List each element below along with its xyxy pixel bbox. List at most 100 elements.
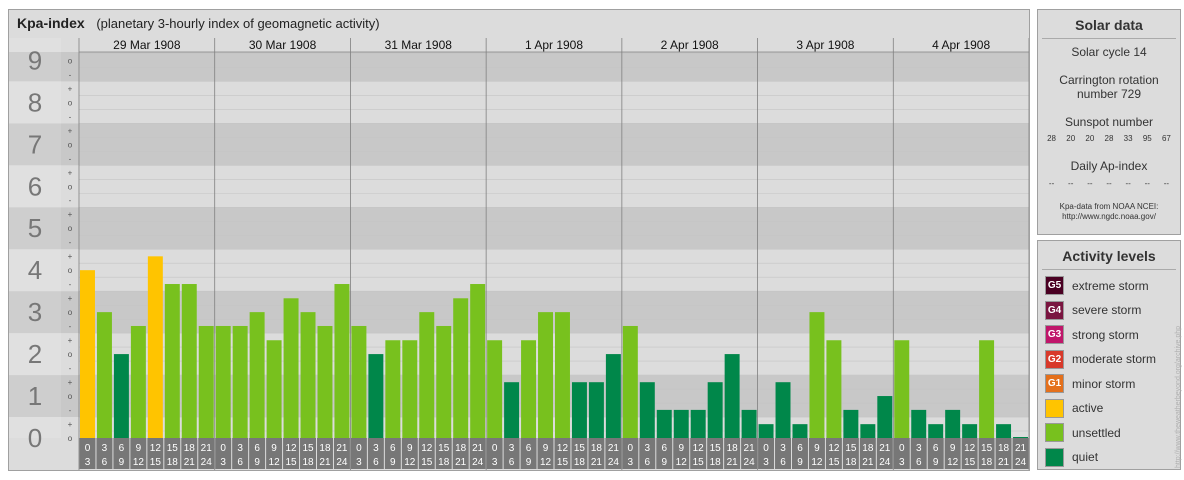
interval-start-label: 15	[845, 443, 857, 454]
interval-end-label: 6	[102, 457, 108, 468]
sub-tick-label: o	[68, 182, 73, 191]
y-tick-label: 9	[28, 45, 42, 75]
interval-end-label: 12	[269, 457, 281, 468]
interval-end-label: 21	[862, 457, 874, 468]
sunspot-value: 28	[1047, 134, 1057, 143]
interval-start-label: 21	[879, 443, 891, 454]
legend-swatch: G3	[1045, 325, 1064, 344]
kpa-bar	[775, 382, 791, 438]
interval-start-label: 3	[373, 443, 379, 454]
kpa-bar	[317, 325, 333, 438]
y-tick-label: 5	[28, 213, 42, 243]
interval-end-label: 12	[811, 457, 823, 468]
interval-start-label: 0	[492, 443, 498, 454]
interval-start-label: 3	[509, 443, 515, 454]
interval-start-label: 0	[85, 443, 91, 454]
interval-start-label: 21	[744, 443, 756, 454]
day-label: 4 Apr 1908	[932, 38, 990, 52]
interval-end-label: 6	[509, 457, 515, 468]
interval-end-label: 9	[661, 457, 667, 468]
legend-swatch	[1045, 398, 1064, 418]
kpa-bar	[538, 312, 553, 438]
kpa-bar	[690, 409, 706, 438]
interval-end-label: 12	[947, 457, 959, 468]
interval-end-label: 6	[645, 457, 651, 468]
kpa-bar	[758, 424, 774, 438]
legend-swatch	[1045, 447, 1064, 467]
interval-end-label: 18	[167, 457, 179, 468]
interval-start-label: 9	[950, 443, 956, 454]
level-band	[9, 52, 1029, 82]
day-label: 3 Apr 1908	[796, 38, 854, 52]
sub-tick-label: o	[68, 434, 73, 443]
interval-end-label: 9	[254, 457, 260, 468]
kpa-bar	[860, 424, 876, 438]
interval-start-label: 9	[407, 443, 413, 454]
kpa-bar	[96, 312, 112, 438]
kpa-bar	[436, 325, 452, 438]
interval-start-label: 21	[608, 443, 620, 454]
sub-tick-label: o	[68, 308, 73, 317]
level-band	[9, 165, 1029, 208]
credit-line-1: Kpa-data from NOAA NCEI:	[1059, 202, 1159, 211]
interval-end-label: 3	[492, 457, 498, 468]
legend-label: unsettled	[1072, 425, 1121, 440]
legend-swatch: G2	[1045, 349, 1064, 369]
sub-tick-label: o	[68, 266, 73, 275]
sub-tick-label: -	[69, 112, 72, 121]
kpa-bar	[215, 325, 231, 438]
interval-start-label: 0	[220, 443, 226, 454]
legend-label: extreme storm	[1072, 278, 1149, 293]
sunspot-value: 33	[1123, 134, 1133, 143]
interval-start-label: 15	[574, 443, 586, 454]
kpa-bar	[504, 382, 520, 438]
ap-value: --	[1087, 179, 1093, 188]
legend-swatch: G4	[1045, 300, 1064, 320]
interval-end-label: 9	[119, 457, 125, 468]
kpa-bar	[521, 340, 537, 438]
interval-start-label: 12	[557, 443, 569, 454]
interval-end-label: 21	[591, 457, 603, 468]
interval-start-label: 9	[271, 443, 277, 454]
sunspot-value: 20	[1066, 134, 1076, 143]
interval-start-label: 18	[727, 443, 739, 454]
solar-title: Solar data	[1075, 17, 1143, 33]
kpa-bar	[419, 312, 435, 438]
interval-end-label: 15	[693, 457, 705, 468]
y-tick-label: 6	[28, 171, 42, 201]
sub-tick-label: -	[69, 154, 72, 163]
kpa-bar	[80, 270, 95, 438]
interval-end-label: 24	[201, 457, 213, 468]
interval-end-label: 15	[150, 457, 162, 468]
kpa-bar	[639, 382, 655, 438]
day-label: 30 Mar 1908	[249, 38, 317, 52]
ap-value: --	[1106, 179, 1112, 188]
legend-swatch	[1045, 423, 1064, 442]
interval-start-label: 18	[591, 443, 603, 454]
interval-end-label: 24	[744, 457, 756, 468]
sub-tick-label: -	[69, 406, 72, 415]
kpa-bar	[147, 256, 163, 438]
interval-end-label: 18	[438, 457, 450, 468]
interval-end-label: 3	[220, 457, 226, 468]
sub-tick-label: -	[69, 70, 72, 79]
y-tick-label: 8	[28, 87, 42, 117]
kpa-bar	[232, 325, 248, 438]
kpa-bar	[894, 340, 910, 438]
day-label: 31 Mar 1908	[385, 38, 453, 52]
interval-end-label: 6	[916, 457, 922, 468]
day-label: 29 Mar 1908	[113, 38, 181, 52]
legend-item-strong-storm: G3 strong storm	[1045, 323, 1180, 346]
ap-values: -- -- -- -- -- -- --	[1038, 179, 1180, 188]
kpa-bar	[928, 424, 944, 438]
kpa-bar	[622, 325, 638, 438]
ap-title: Daily Ap-index	[1070, 159, 1148, 173]
sunspot-value: 28	[1104, 134, 1114, 143]
legend-item-active: active	[1045, 397, 1180, 420]
interval-end-label: 3	[356, 457, 362, 468]
interval-start-label: 3	[780, 443, 786, 454]
ap-value: --	[1125, 179, 1131, 188]
legend-item-unsettled: unsettled	[1045, 421, 1180, 444]
sub-tick-label: +	[68, 252, 73, 261]
legend-label: strong storm	[1072, 327, 1139, 342]
